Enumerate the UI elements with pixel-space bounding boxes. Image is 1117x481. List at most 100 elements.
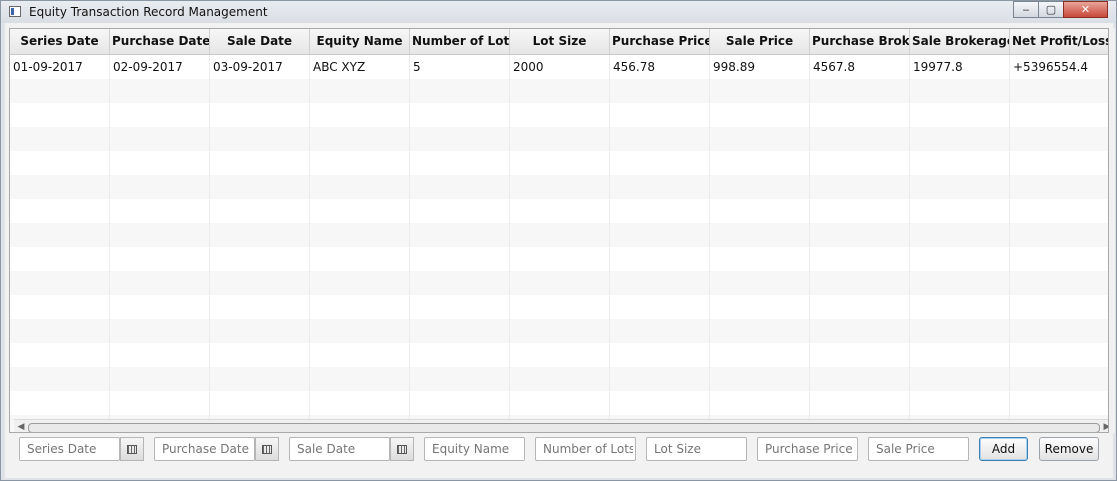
sale-date-calendar-button[interactable] bbox=[390, 437, 414, 461]
column-header[interactable]: Net Profit/Loss bbox=[1010, 29, 1108, 54]
table-row[interactable] bbox=[10, 79, 1108, 103]
table-cell bbox=[10, 151, 110, 175]
table-cell bbox=[110, 343, 210, 367]
table-cell bbox=[710, 319, 810, 343]
scrollbar-thumb[interactable] bbox=[28, 423, 1100, 432]
sale-date-input[interactable] bbox=[289, 437, 390, 461]
table-cell bbox=[710, 127, 810, 151]
table-cell bbox=[310, 223, 410, 247]
minimize-button[interactable]: ‒ bbox=[1013, 1, 1039, 18]
add-button[interactable]: Add bbox=[979, 437, 1028, 461]
table-row[interactable] bbox=[10, 103, 1108, 127]
table-row[interactable] bbox=[10, 127, 1108, 151]
horizontal-scrollbar[interactable]: ◀ ▶ bbox=[14, 419, 1108, 432]
table-cell bbox=[710, 247, 810, 271]
table-cell bbox=[1010, 223, 1108, 247]
table-cell bbox=[110, 151, 210, 175]
close-button[interactable]: ✕ bbox=[1063, 1, 1108, 18]
series-date-picker[interactable] bbox=[19, 437, 144, 461]
table-cell: 5 bbox=[410, 55, 510, 79]
column-header[interactable]: Sale Brokerage bbox=[910, 29, 1010, 54]
table-cell bbox=[510, 199, 610, 223]
table-row[interactable] bbox=[10, 199, 1108, 223]
table-cell bbox=[910, 271, 1010, 295]
sale-price-input[interactable] bbox=[868, 437, 969, 461]
column-header[interactable]: Purchase Price bbox=[610, 29, 710, 54]
table-cell bbox=[510, 391, 610, 415]
table-cell bbox=[910, 319, 1010, 343]
table-cell bbox=[410, 343, 510, 367]
purchase-date-picker[interactable] bbox=[154, 437, 279, 461]
table-row[interactable] bbox=[10, 223, 1108, 247]
table-cell bbox=[910, 199, 1010, 223]
purchase-date-input[interactable] bbox=[154, 437, 255, 461]
table-row[interactable] bbox=[10, 175, 1108, 199]
table-row[interactable] bbox=[10, 151, 1108, 175]
table-cell bbox=[110, 199, 210, 223]
table-cell bbox=[510, 247, 610, 271]
table-cell bbox=[110, 391, 210, 415]
column-header[interactable]: Purchase Date bbox=[110, 29, 210, 54]
table-cell bbox=[310, 79, 410, 103]
series-date-calendar-button[interactable] bbox=[120, 437, 144, 461]
table-row[interactable] bbox=[10, 391, 1108, 415]
table-row[interactable]: 01-09-2017 02-09-2017 03-09-2017 ABC XYZ 5 20… bbox=[10, 55, 1108, 79]
table-row[interactable] bbox=[10, 295, 1108, 319]
number-of-lots-input[interactable] bbox=[535, 437, 636, 461]
column-header[interactable]: Lot Size bbox=[510, 29, 610, 54]
table-cell: 456.78 bbox=[610, 55, 710, 79]
column-header[interactable]: Sale Price bbox=[710, 29, 810, 54]
table-cell bbox=[110, 247, 210, 271]
table-cell bbox=[810, 343, 910, 367]
column-header[interactable]: Sale Date bbox=[210, 29, 310, 54]
table-cell bbox=[910, 151, 1010, 175]
table-cell bbox=[10, 271, 110, 295]
table-cell bbox=[510, 319, 610, 343]
table-cell bbox=[310, 151, 410, 175]
series-date-input[interactable] bbox=[19, 437, 120, 461]
table-row[interactable] bbox=[10, 319, 1108, 343]
purchase-price-input[interactable] bbox=[757, 437, 858, 461]
table-cell: 02-09-2017 bbox=[110, 55, 210, 79]
table-cell bbox=[1010, 295, 1108, 319]
title-bar[interactable]: Equity Transaction Record Management ‒ ▢… bbox=[1, 1, 1116, 23]
table-cell: 01-09-2017 bbox=[10, 55, 110, 79]
scroll-left-icon[interactable]: ◀ bbox=[15, 420, 27, 432]
table-cell bbox=[610, 391, 710, 415]
table-cell bbox=[410, 295, 510, 319]
table-row[interactable] bbox=[10, 367, 1108, 391]
table-cell bbox=[210, 127, 310, 151]
sale-date-picker[interactable] bbox=[289, 437, 414, 461]
scroll-right-icon[interactable]: ▶ bbox=[1101, 420, 1108, 432]
table-cell bbox=[610, 367, 710, 391]
table-cell: 03-09-2017 bbox=[210, 55, 310, 79]
table-cell bbox=[910, 295, 1010, 319]
column-header[interactable]: Purchase Brok... bbox=[810, 29, 910, 54]
app-window-icon bbox=[9, 6, 21, 17]
table-cell bbox=[1010, 175, 1108, 199]
column-header[interactable]: Series Date bbox=[10, 29, 110, 54]
table-cell bbox=[10, 367, 110, 391]
table-cell bbox=[10, 79, 110, 103]
transactions-table[interactable]: Series Date Purchase Date Sale Date Equity … bbox=[9, 28, 1109, 433]
table-cell bbox=[10, 199, 110, 223]
table-cell bbox=[910, 367, 1010, 391]
table-row[interactable] bbox=[10, 247, 1108, 271]
column-header[interactable]: Number of Lots bbox=[410, 29, 510, 54]
equity-name-input[interactable] bbox=[424, 437, 525, 461]
table-cell bbox=[710, 391, 810, 415]
vertical-scrollbar[interactable] bbox=[1111, 28, 1115, 433]
table-cell bbox=[310, 199, 410, 223]
remove-button[interactable]: Remove bbox=[1039, 437, 1099, 461]
column-header[interactable]: Equity Name bbox=[310, 29, 410, 54]
table-cell bbox=[1010, 343, 1108, 367]
table-cell bbox=[810, 103, 910, 127]
table-row[interactable] bbox=[10, 271, 1108, 295]
table-row[interactable] bbox=[10, 343, 1108, 367]
table-cell bbox=[910, 391, 1010, 415]
table-cell bbox=[210, 199, 310, 223]
maximize-button[interactable]: ▢ bbox=[1038, 1, 1064, 18]
table-cell bbox=[710, 103, 810, 127]
purchase-date-calendar-button[interactable] bbox=[255, 437, 279, 461]
lot-size-input[interactable] bbox=[646, 437, 747, 461]
